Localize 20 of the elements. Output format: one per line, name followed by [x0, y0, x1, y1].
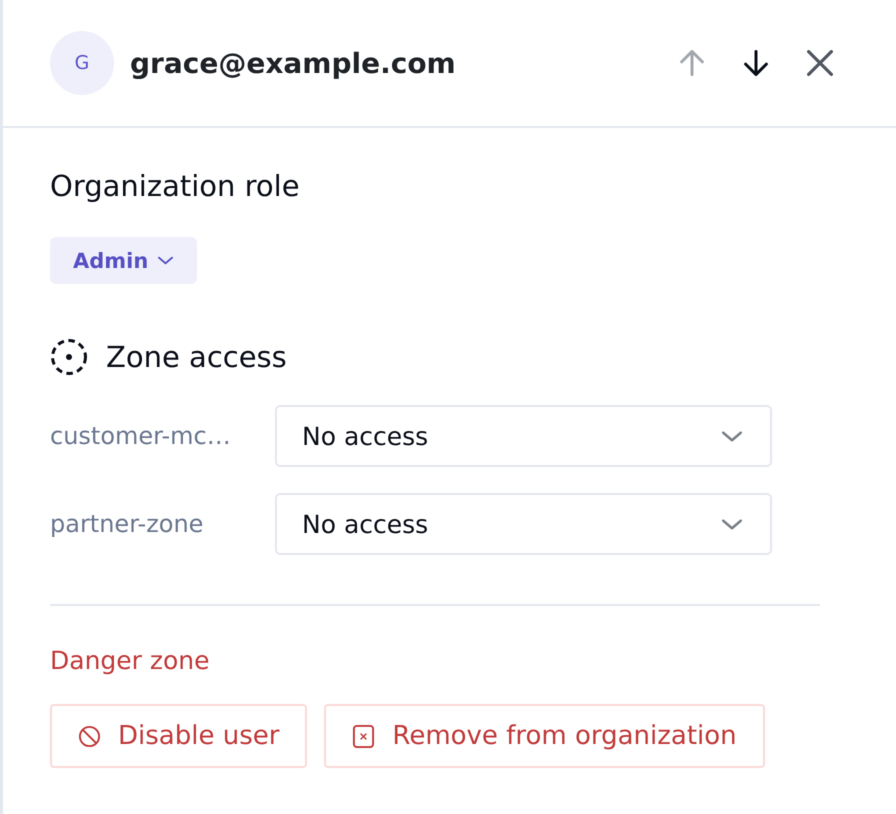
chevron-down-icon [722, 430, 742, 442]
prohibited-icon [78, 724, 101, 748]
arrow-up-icon [679, 50, 705, 76]
close-icon [807, 50, 833, 76]
danger-button[interactable]: Disable user [50, 704, 308, 768]
role-dropdown[interactable]: Admin [50, 237, 198, 284]
user-email: grace@example.com [130, 46, 456, 80]
section-title: Organization role [50, 168, 301, 204]
danger-button[interactable]: Remove from organization [324, 704, 765, 768]
access-select[interactable]: No access [275, 405, 772, 467]
zone-name: customer-mc… [50, 422, 232, 450]
access-select[interactable]: No access [275, 493, 772, 555]
dashed-circle-icon [50, 338, 88, 376]
square-x-icon [352, 724, 376, 748]
section-title: Zone access [106, 339, 287, 375]
zone-name: partner-zone [50, 510, 204, 538]
arrow-down-icon [743, 50, 769, 76]
danger-zone-title: Danger zone [50, 646, 211, 676]
avatar: G [50, 31, 114, 95]
chevron-down-icon [722, 518, 742, 530]
